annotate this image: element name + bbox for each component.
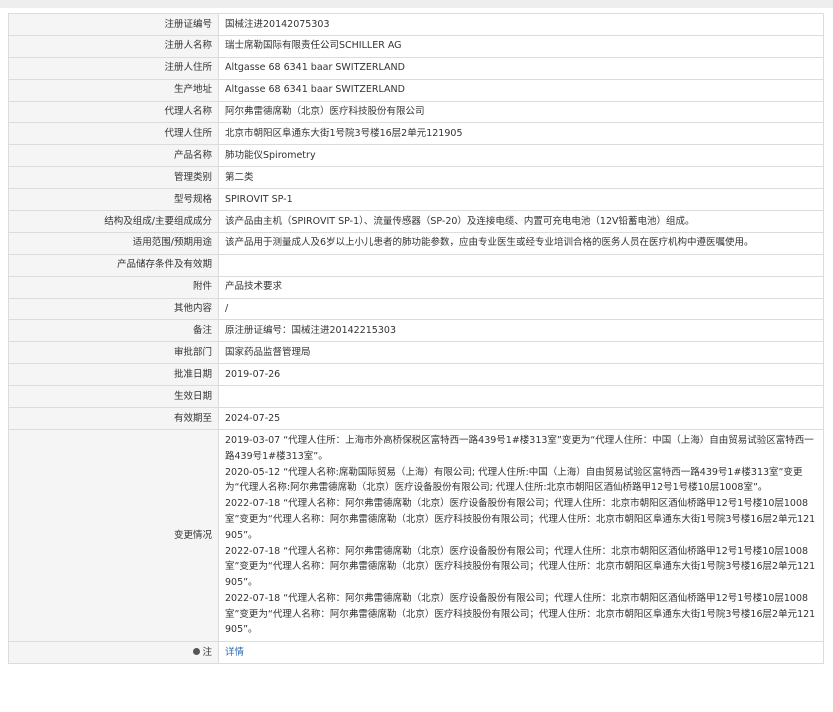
field-label: 产品名称 [8,144,219,168]
field-value: 该产品由主机（SPIROVIT SP-1）、流量传感器（SP-20）及连接电缆、… [218,210,824,233]
field-value: 国械注进20142075303 [218,13,824,36]
field-value: 肺功能仪Spirometry [218,144,824,168]
change-entry: 2020-05-12 “代理人名称:席勒国际贸易（上海）有限公司; 代理人住所:… [225,466,803,494]
field-value: 原注册证编号：国械注进20142215303 [218,319,824,343]
table-row: 代理人名称 阿尔弗雷德席勒（北京）医疗科技股份有限公司 [8,100,824,124]
table-row: 管理类别 第二类 [8,166,824,190]
changes-value: 2019-03-07 “代理人住所：上海市外高桥保税区富特西一路439号1#楼3… [218,428,824,643]
table-row: 产品储存条件及有效期 [8,253,824,277]
table-row: 注册人名称 瑞士席勒国际有限责任公司SCHILLER AG [8,34,824,58]
field-label: 产品储存条件及有效期 [8,253,219,277]
bulb-icon [193,647,201,655]
table-row: 注册证编号 国械注进20142075303 [8,13,824,36]
note-value: 详情 [218,641,824,665]
field-value: SPIROVIT SP-1 [218,188,824,212]
change-entry: 2022-07-18 “代理人名称：阿尔弗雷德席勒（北京）医疗设备股份有限公司；… [225,498,816,541]
field-value [218,385,824,409]
table-row: 其他内容 / [8,297,824,321]
table-row: 审批部门 国家药品监督管理局 [8,341,824,365]
field-label: 批准日期 [8,363,219,387]
field-value: 瑞士席勒国际有限责任公司SCHILLER AG [218,34,824,58]
field-label: 代理人名称 [8,100,219,124]
field-label: 适用范围/预期用途 [8,231,219,255]
table-row: 生产地址 Altgasse 68 6341 baar SWITZERLAND [8,78,824,102]
field-label: 注册证编号 [8,13,219,36]
field-label: 审批部门 [8,341,219,365]
field-label: 注册人名称 [8,34,219,58]
field-label: 注册人住所 [8,56,219,80]
field-label: 有效期至 [8,407,219,430]
table-row: 批准日期 2019-07-26 [8,363,824,387]
field-value: 北京市朝阳区阜通东大街1号院3号楼16层2单元121905 [218,122,824,146]
field-label: 备注 [8,319,219,343]
details-link[interactable]: 详情 [225,647,244,658]
field-value: Altgasse 68 6341 baar SWITZERLAND [218,56,824,80]
registration-table: 注册证编号 国械注进20142075303 注册人名称 瑞士席勒国际有限责任公司SCH… [8,13,824,665]
field-label: 管理类别 [8,166,219,190]
table-row: 有效期至 2024-07-25 [8,407,824,430]
field-value: 国家药品监督管理局 [218,341,824,365]
field-value: Altgasse 68 6341 baar SWITZERLAND [218,78,824,102]
field-value: / [218,297,824,321]
field-label: 代理人住所 [8,122,219,146]
field-label: 生效日期 [8,385,219,409]
field-value: 第二类 [218,166,824,190]
table-row: 备注 原注册证编号：国械注进20142215303 [8,319,824,343]
change-entry: 2019-03-07 “代理人住所：上海市外高桥保税区富特西一路439号1#楼3… [225,434,814,462]
table-row: 结构及组成/主要组成成分 该产品由主机（SPIROVIT SP-1）、流量传感器（… [8,210,824,233]
change-entry: 2022-07-18 “代理人名称：阿尔弗雷德席勒（北京）医疗设备股份有限公司；… [225,545,816,589]
table-row: 附件 产品技术要求 [8,275,824,299]
field-label: 附件 [8,275,219,299]
field-label: 结构及组成/主要组成成分 [8,210,219,233]
table-row: 代理人住所 北京市朝阳区阜通东大街1号院3号楼16层2单元121905 [8,122,824,146]
table-row: 适用范围/预期用途 该产品用于测量成人及6岁以上小儿患者的肺功能参数，应由专业医生… [8,231,824,255]
table-row: 注册人住所 Altgasse 68 6341 baar SWITZERLAND [8,56,824,80]
top-bar [0,0,833,8]
field-value [218,253,824,277]
table-row-note: 注 详情 [8,641,824,665]
table-row: 生效日期 [8,385,824,409]
note-label-cell: 注 [8,641,219,665]
field-label: 生产地址 [8,78,219,102]
field-label: 其他内容 [8,297,219,321]
table-row: 型号规格 SPIROVIT SP-1 [8,188,824,212]
field-label: 型号规格 [8,188,219,212]
field-value: 产品技术要求 [218,275,824,299]
field-value: 2024-07-25 [218,407,824,430]
changes-label: 变更情况 [8,428,219,643]
note-label: 注 [202,646,212,658]
table-row-changes: 变更情况 2019-03-07 “代理人住所：上海市外高桥保税区富特西一路439号… [8,428,824,643]
table-row: 产品名称 肺功能仪Spirometry [8,144,824,168]
field-value: 该产品用于测量成人及6岁以上小儿患者的肺功能参数，应由专业医生或经专业培训合格的… [218,231,824,255]
change-entry: 2022-07-18 “代理人名称：阿尔弗雷德席勒（北京）医疗设备股份有限公司；… [225,592,816,636]
registration-table-body: 注册证编号 国械注进20142075303 注册人名称 瑞士席勒国际有限责任公司SCH… [8,13,824,665]
field-value: 阿尔弗雷德席勒（北京）医疗科技股份有限公司 [218,100,824,124]
field-value: 2019-07-26 [218,363,824,387]
